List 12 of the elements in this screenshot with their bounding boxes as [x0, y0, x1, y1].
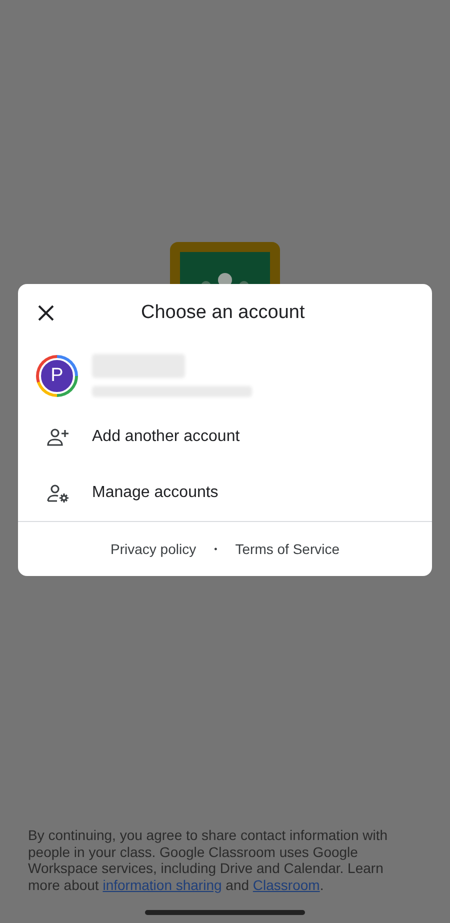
- separator-dot: •: [214, 544, 218, 554]
- close-button[interactable]: [36, 303, 56, 323]
- account-avatar[interactable]: P: [36, 354, 78, 396]
- manage-accounts-button[interactable]: Manage accounts: [18, 465, 432, 521]
- close-icon: [37, 304, 55, 322]
- dialog-title: Choose an account: [141, 302, 305, 324]
- add-account-button[interactable]: Add another account: [18, 409, 432, 465]
- terms-link[interactable]: Terms of Service: [235, 541, 340, 557]
- policy-link[interactable]: Privacy policy: [110, 541, 196, 557]
- person-add-icon: [46, 427, 70, 447]
- consent-notice: By continuing, you agree to share contact information with people in your class. Google Classroom uses Google Workspace services, including Drive and Calendar. Learn more about information sharing and Classroom.: [28, 827, 389, 893]
- person-gear-icon: [46, 483, 70, 503]
